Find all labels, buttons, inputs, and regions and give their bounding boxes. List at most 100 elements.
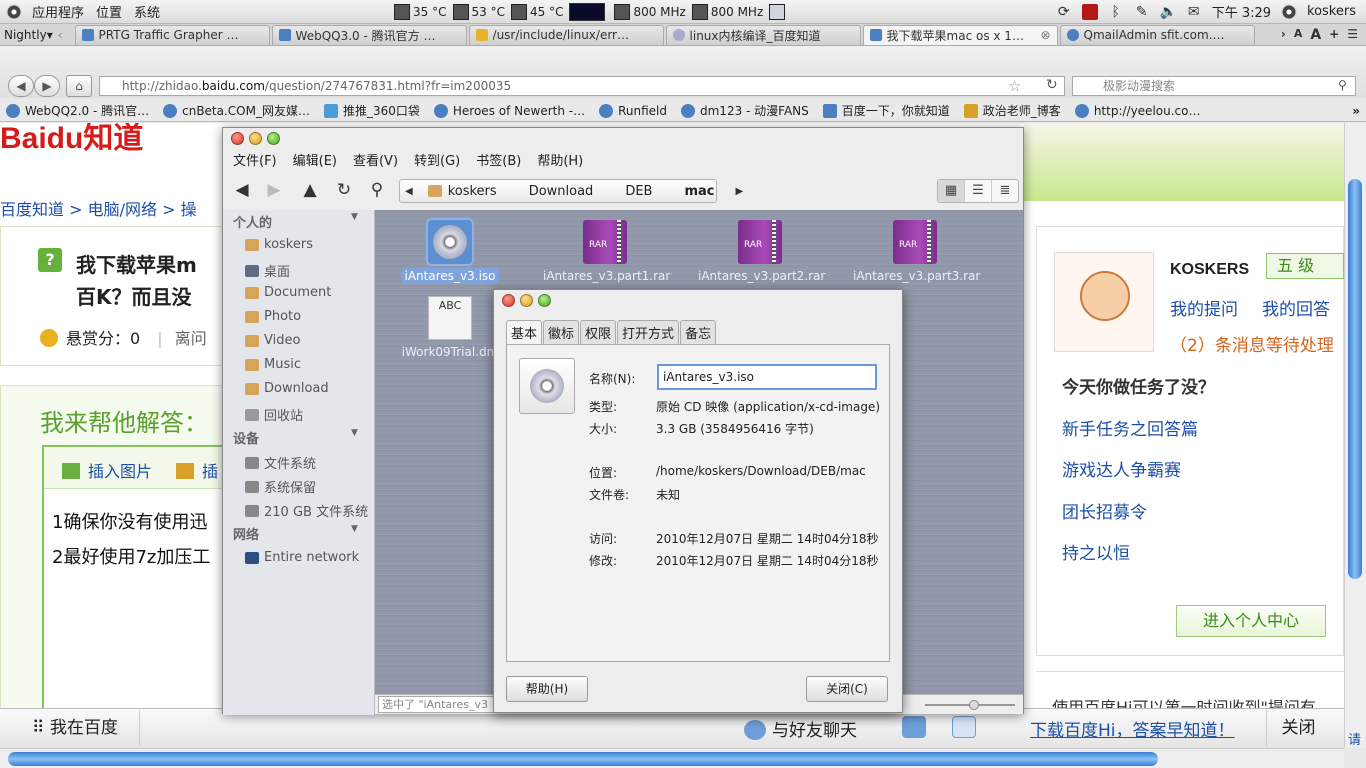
sidebar-item-koskers[interactable]: koskers bbox=[245, 237, 313, 252]
tab-basic[interactable]: 基本 bbox=[506, 320, 543, 346]
message-wait-link[interactable]: （2）条消息等待处理 bbox=[1170, 331, 1334, 356]
user-switch-icon[interactable] bbox=[1281, 3, 1298, 20]
path-koskers[interactable]: koskers bbox=[418, 184, 513, 199]
bookmark-runfield[interactable]: Runfield bbox=[599, 103, 667, 118]
cpu-freq-2[interactable]: 800 MHz bbox=[691, 3, 763, 20]
bookmark-webqq[interactable]: WebQQ2.0 - 腾讯官… bbox=[6, 102, 149, 119]
sidebar-item-filesystem[interactable]: 文件系统 bbox=[245, 453, 316, 472]
bluetooth-icon[interactable]: ᛒ bbox=[1108, 4, 1124, 20]
sidebar-item-210gb[interactable]: 210 GB 文件系统 bbox=[245, 501, 368, 520]
collapse-icon[interactable]: ▼ bbox=[351, 212, 358, 222]
path-mac[interactable]: mac bbox=[668, 184, 730, 199]
zoom-slider-knob[interactable] bbox=[969, 700, 979, 710]
new-tab-button[interactable]: + bbox=[1329, 27, 1339, 43]
clock[interactable]: 下午 3:29 bbox=[1212, 2, 1271, 21]
search-icon[interactable]: ⚲ bbox=[366, 180, 388, 200]
sidebar-header-devices[interactable]: 设备 ▼ bbox=[233, 428, 373, 447]
tab-qmailadmin[interactable]: QmailAdmin sfit.com.… bbox=[1059, 24, 1255, 45]
bookmark-tuitui[interactable]: 推推_360口袋 bbox=[323, 102, 420, 119]
crumb-operation[interactable]: 操 bbox=[181, 200, 197, 219]
menu-go[interactable]: 转到(G) bbox=[414, 150, 460, 169]
horizontal-scrollbar[interactable] bbox=[0, 748, 1344, 768]
reload-icon[interactable]: ↻ bbox=[1046, 77, 1058, 93]
up-arrow-icon[interactable]: ▲ bbox=[299, 180, 321, 200]
tab-prtg[interactable]: PRTG Traffic Grapher … bbox=[74, 24, 270, 45]
bookmark-cnbeta[interactable]: cnBeta.COM_网友媒… bbox=[163, 102, 310, 119]
search-icon[interactable]: ⚲ bbox=[1338, 78, 1347, 92]
minimize-window-button[interactable] bbox=[249, 132, 262, 145]
zoom-slider[interactable] bbox=[925, 700, 1015, 710]
sidebar-item-music[interactable]: Music bbox=[245, 357, 301, 372]
crumb-computer[interactable]: 电脑/网络 bbox=[88, 200, 157, 219]
scroll-thumb[interactable] bbox=[8, 752, 1158, 766]
file-item-rar[interactable]: RAR iAntares_v3.part2.rar bbox=[695, 220, 825, 284]
tab-scroll-right-icon[interactable]: › bbox=[1281, 27, 1286, 43]
vertical-scrollbar[interactable] bbox=[1344, 123, 1366, 748]
task-link[interactable]: 游戏达人争霸赛 bbox=[1062, 456, 1181, 481]
download-baidu-hi-link[interactable]: 下载百度Hi，答案早知道！ bbox=[1030, 716, 1235, 741]
task-link[interactable]: 持之以恒 bbox=[1062, 539, 1130, 564]
menu-places[interactable]: 位置 bbox=[90, 2, 128, 21]
system-load-graph[interactable] bbox=[569, 2, 608, 21]
bookmark-star-icon[interactable]: ☆ bbox=[1008, 77, 1021, 95]
collapse-icon[interactable]: ▼ bbox=[351, 428, 358, 438]
task-link[interactable]: 新手任务之回答篇 bbox=[1062, 415, 1198, 440]
bookmarks-overflow-icon[interactable]: » bbox=[1352, 104, 1366, 118]
list-view-icon[interactable]: ☰ bbox=[965, 180, 992, 202]
path-download[interactable]: Download bbox=[513, 184, 610, 199]
user-name[interactable]: koskers bbox=[1307, 4, 1356, 19]
text-larger-button[interactable]: A bbox=[1310, 27, 1321, 43]
crumb-zhidao[interactable]: 百度知道 bbox=[0, 200, 64, 219]
cpu-freq-1[interactable]: 800 MHz bbox=[614, 3, 686, 20]
home-button[interactable]: ⌂ bbox=[66, 75, 92, 97]
bookmark-dm123[interactable]: dm123 - 动漫FANS bbox=[681, 102, 809, 119]
reload-icon[interactable]: ↻ bbox=[333, 180, 355, 200]
path-right-arrow-icon[interactable]: ▶ bbox=[731, 186, 749, 197]
sidebar-item-system-reserved[interactable]: 系统保留 bbox=[245, 477, 316, 496]
gnome-foot-icon[interactable] bbox=[6, 3, 22, 20]
hibar-close-button[interactable]: 关闭 bbox=[1266, 710, 1330, 746]
forward-arrow-icon[interactable]: ▶ bbox=[263, 180, 285, 200]
path-deb[interactable]: DEB bbox=[609, 184, 668, 199]
icon-view-icon[interactable]: ▦ bbox=[938, 180, 965, 202]
sidebar-item-photo[interactable]: Photo bbox=[245, 309, 301, 324]
bookmark-baidu[interactable]: 百度一下，你就知道 bbox=[822, 102, 950, 119]
close-tab-icon[interactable]: ⊗ bbox=[1040, 28, 1050, 42]
menu-view[interactable]: 查看(V) bbox=[353, 150, 398, 169]
menu-help[interactable]: 帮助(H) bbox=[537, 150, 583, 169]
text-smaller-button[interactable]: A bbox=[1294, 27, 1303, 43]
sidebar-header-personal[interactable]: 个人的 ▼ bbox=[233, 212, 373, 231]
tab-linux-kernel[interactable]: linux内核编译_百度知道 bbox=[665, 24, 861, 45]
bookmark-blog[interactable]: 政治老师_博客 bbox=[963, 102, 1061, 119]
menu-edit[interactable]: 编辑(E) bbox=[293, 150, 337, 169]
temp-monitor-2[interactable]: 53 °C bbox=[452, 3, 505, 20]
task-link[interactable]: 团长招募令 bbox=[1062, 498, 1147, 523]
sidebar-item-video[interactable]: Video bbox=[245, 333, 300, 348]
sidebar-header-network[interactable]: 网络 ▼ bbox=[233, 524, 373, 543]
tab-notes[interactable]: 备忘 bbox=[680, 320, 717, 346]
sidebar-item-entire-network[interactable]: Entire network bbox=[245, 550, 359, 565]
hi-logo-icon[interactable] bbox=[952, 716, 976, 738]
help-button[interactable]: 帮助(H) bbox=[506, 676, 588, 702]
maximize-window-button[interactable] bbox=[267, 132, 280, 145]
menu-bookmarks[interactable]: 书签(B) bbox=[476, 150, 521, 169]
my-answers-link[interactable]: 我的回答 bbox=[1262, 295, 1330, 320]
tab-emblems[interactable]: 徽标 bbox=[543, 320, 580, 346]
tab-permissions[interactable]: 权限 bbox=[580, 320, 617, 346]
file-item-rar[interactable]: RAR iAntares_v3.part1.rar bbox=[540, 220, 670, 284]
update-icon[interactable]: ⟳ bbox=[1056, 4, 1072, 20]
enter-personal-center-button[interactable]: 进入个人中心 bbox=[1176, 605, 1326, 637]
scroll-thumb[interactable] bbox=[1348, 179, 1362, 579]
app-menu-button[interactable]: Nightly▾ bbox=[0, 28, 58, 42]
chat-with-friends-button[interactable]: 与好友聊天 bbox=[744, 716, 857, 741]
hi-sound-icon[interactable] bbox=[902, 716, 926, 738]
file-item-iso[interactable]: iAntares_v3.iso bbox=[385, 220, 515, 284]
tab-current[interactable]: 我下载苹果mac os x 1… ⊗ bbox=[862, 24, 1058, 45]
insert-more-button[interactable]: 插 bbox=[176, 458, 218, 482]
maximize-window-button[interactable] bbox=[538, 294, 551, 307]
tab-open-with[interactable]: 打开方式 bbox=[617, 320, 680, 346]
compact-view-icon[interactable]: ≣ bbox=[992, 180, 1018, 202]
screenshot-icon[interactable] bbox=[769, 3, 788, 20]
minimize-window-button[interactable] bbox=[520, 294, 533, 307]
temp-monitor-3[interactable]: 45 °C bbox=[510, 3, 563, 20]
